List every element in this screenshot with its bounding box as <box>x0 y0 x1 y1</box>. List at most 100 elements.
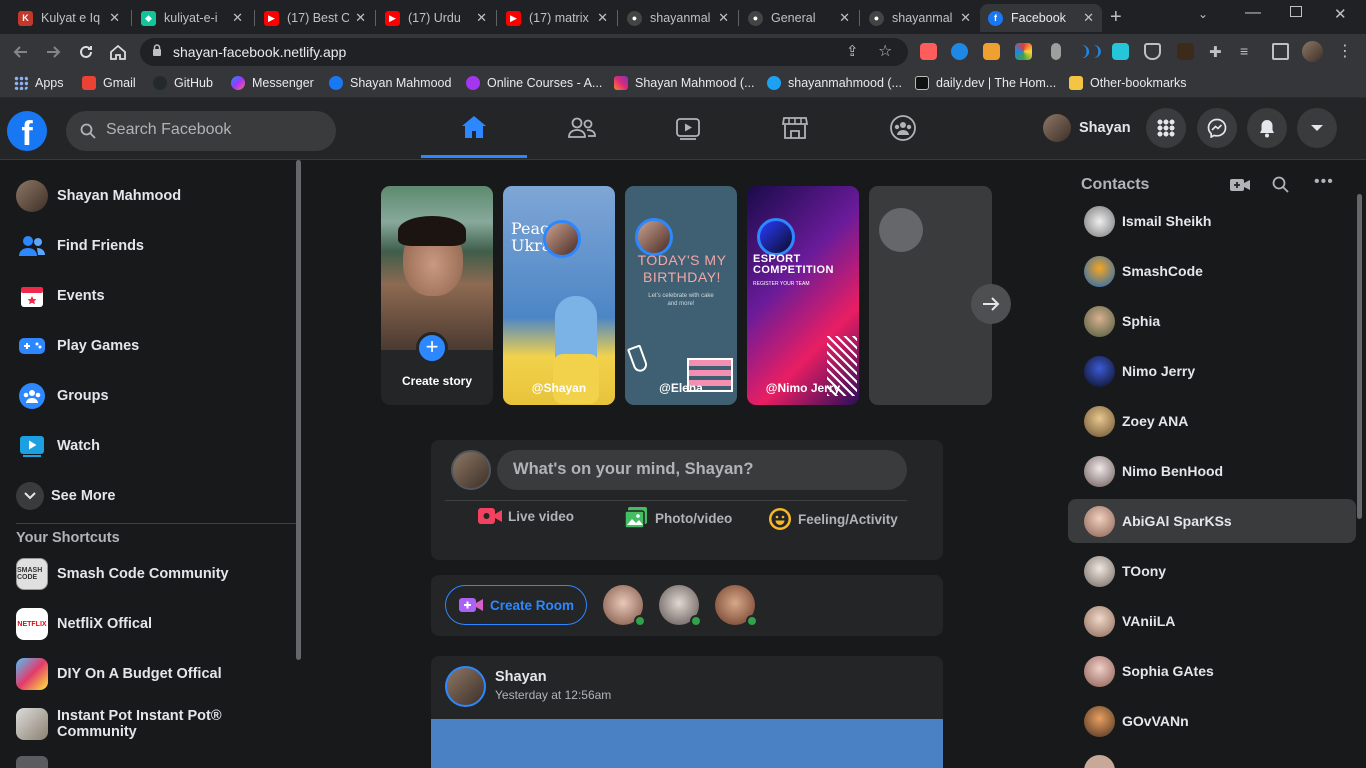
contact-item[interactable]: Ismail Sheikh <box>1068 199 1356 243</box>
notifications-button[interactable] <box>1247 108 1287 148</box>
story-card[interactable]: TODAY'S MY BIRTHDAY! Let's celebrate wit… <box>625 186 737 405</box>
bookmark-twitter[interactable]: shayanmahmood (... <box>767 76 902 90</box>
menu-button[interactable] <box>1146 108 1186 148</box>
close-icon[interactable]: ✕ <box>718 10 729 26</box>
close-window-button[interactable]: ✕ <box>1334 5 1347 23</box>
scrollbar[interactable] <box>296 160 301 660</box>
shortcut-item[interactable]: SMASH CODE Smash Code Community <box>16 554 229 594</box>
contact-item-hovered[interactable]: AbiGAl SparKSs <box>1068 499 1356 543</box>
more-options-icon[interactable]: ••• <box>1314 173 1334 191</box>
contact-item[interactable]: Nimo Jerry <box>1068 349 1356 393</box>
search-input[interactable]: Search Facebook <box>106 121 231 139</box>
create-room-button[interactable]: Create Room <box>445 585 587 625</box>
browser-tab[interactable]: ▶ (17) Best C ✕ <box>256 4 374 32</box>
new-tab-button[interactable]: + <box>1110 6 1122 29</box>
avatar[interactable] <box>445 666 486 707</box>
messenger-button[interactable] <box>1197 108 1237 148</box>
omnibox[interactable]: shayan-facebook.netlify.app ⇪ ☆ <box>140 38 908 66</box>
minimize-button[interactable]: — <box>1245 4 1261 22</box>
browser-tab[interactable]: ● shayanmal ✕ <box>861 4 979 32</box>
home-icon[interactable] <box>108 42 128 62</box>
extension-icon[interactable] <box>920 43 937 60</box>
photo-video-button[interactable]: Photo/video <box>625 507 732 529</box>
bookmark-messenger[interactable]: Messenger <box>231 76 314 90</box>
see-more-button[interactable]: See More <box>16 476 115 516</box>
stories-next-button[interactable] <box>971 284 1011 324</box>
contact-item[interactable]: TOony <box>1068 549 1356 593</box>
bookmark-folder[interactable]: Other-bookmarks <box>1069 76 1187 90</box>
search-icon[interactable] <box>1272 176 1289 193</box>
shortcut-item[interactable]: DIY On A Budget Offical <box>16 654 222 694</box>
new-room-icon[interactable] <box>1230 178 1250 192</box>
tab-watch[interactable] <box>635 98 741 158</box>
facebook-logo[interactable]: f <box>7 111 47 151</box>
bookmark-gmail[interactable]: Gmail <box>82 76 136 90</box>
tab-search-icon[interactable]: ⌄ <box>1198 7 1208 21</box>
contact-item[interactable]: VAniiLA <box>1068 599 1356 643</box>
star-icon[interactable]: ☆ <box>878 41 892 61</box>
close-icon[interactable]: ✕ <box>960 10 971 26</box>
close-icon[interactable]: ✕ <box>839 10 850 26</box>
contact-item[interactable]: Sphia <box>1068 299 1356 343</box>
bookmark-udemy[interactable]: Online Courses - A... <box>466 76 602 90</box>
close-icon[interactable]: ✕ <box>109 10 120 26</box>
extension-icon[interactable] <box>1112 43 1129 60</box>
sidebar-item-play-games[interactable]: Play Games <box>16 326 139 366</box>
tab-friends[interactable] <box>529 98 635 158</box>
bookmark-apps[interactable]: Apps <box>14 76 64 90</box>
contact-item[interactable]: SmashCode <box>1068 249 1356 293</box>
sidebar-icon[interactable] <box>1272 43 1289 60</box>
story-card[interactable]: Peace Ukra @Shayan <box>503 186 615 405</box>
profile-avatar[interactable] <box>1302 41 1323 62</box>
extension-icon[interactable] <box>1051 43 1061 60</box>
browser-tab[interactable]: K Kulyat e Iq ✕ <box>10 4 128 32</box>
story-card[interactable]: ESPORT COMPETITION REGISTER YOUR TEAM @N… <box>747 186 859 405</box>
profile-chip[interactable]: Shayan <box>1043 114 1131 142</box>
feeling-activity-button[interactable]: Feeling/Activity <box>768 507 898 531</box>
sidebar-item-profile[interactable]: Shayan Mahmood <box>16 176 181 216</box>
close-icon[interactable]: ✕ <box>476 10 487 26</box>
extension-icon[interactable] <box>983 43 1000 60</box>
contact-item[interactable] <box>1068 749 1356 768</box>
contact-item[interactable]: Nimo BenHood <box>1068 449 1356 493</box>
post-timestamp[interactable]: Yesterday at 12:56am <box>495 688 611 702</box>
scrollbar[interactable] <box>1357 194 1362 519</box>
restore-button[interactable] <box>1290 6 1302 17</box>
shield-icon[interactable] <box>1144 43 1161 60</box>
shortcut-item[interactable]: Instant Pot Instant Pot® Community <box>16 704 305 744</box>
search-box[interactable]: Search Facebook <box>66 111 336 151</box>
forward-icon[interactable] <box>44 43 62 61</box>
extension-icon[interactable] <box>1015 43 1032 60</box>
composer-input[interactable]: What's on your mind, Shayan? <box>497 450 907 490</box>
sidebar-item-find-friends[interactable]: Find Friends <box>16 226 144 266</box>
room-contact-avatar[interactable] <box>659 585 702 627</box>
close-icon[interactable]: ✕ <box>597 10 608 26</box>
bookmark-facebook[interactable]: Shayan Mahmood <box>329 76 451 90</box>
puzzle-icon[interactable]: ✚ <box>1209 43 1226 61</box>
plus-icon[interactable]: + <box>416 332 448 364</box>
playlist-icon[interactable]: ≡ <box>1240 43 1257 60</box>
shortcut-item[interactable]: NETFLIX NetfliX Offical <box>16 604 152 644</box>
contact-item[interactable]: Sophia GAtes <box>1068 649 1356 693</box>
menu-icon[interactable]: ⋮ <box>1337 41 1353 61</box>
close-icon[interactable]: ✕ <box>1083 10 1094 26</box>
reload-icon[interactable] <box>77 43 95 61</box>
browser-tab[interactable]: ▶ (17) Urdu ✕ <box>377 4 495 32</box>
live-video-button[interactable]: Live video <box>478 507 574 525</box>
extension-icon[interactable]: ❩❩ <box>1080 43 1103 60</box>
account-button[interactable] <box>1297 108 1337 148</box>
tab-home[interactable] <box>421 98 527 158</box>
browser-tab[interactable]: ● General ✕ <box>740 4 858 32</box>
room-contact-avatar[interactable] <box>603 585 646 627</box>
contact-item[interactable]: Zoey ANA <box>1068 399 1356 443</box>
room-contact-avatar[interactable] <box>715 585 758 627</box>
create-story-card[interactable]: + Create story <box>381 186 493 405</box>
browser-tab-active[interactable]: f Facebook ✕ <box>980 4 1102 32</box>
bookmark-github[interactable]: GitHub <box>153 76 213 90</box>
shortcut-item[interactable] <box>16 756 57 768</box>
post-author[interactable]: Shayan <box>495 669 547 685</box>
tab-marketplace[interactable] <box>742 98 848 158</box>
share-icon[interactable]: ⇪ <box>846 42 859 60</box>
extension-icon[interactable] <box>1177 43 1194 60</box>
bookmark-dailydev[interactable]: daily.dev | The Hom... <box>915 76 1056 90</box>
